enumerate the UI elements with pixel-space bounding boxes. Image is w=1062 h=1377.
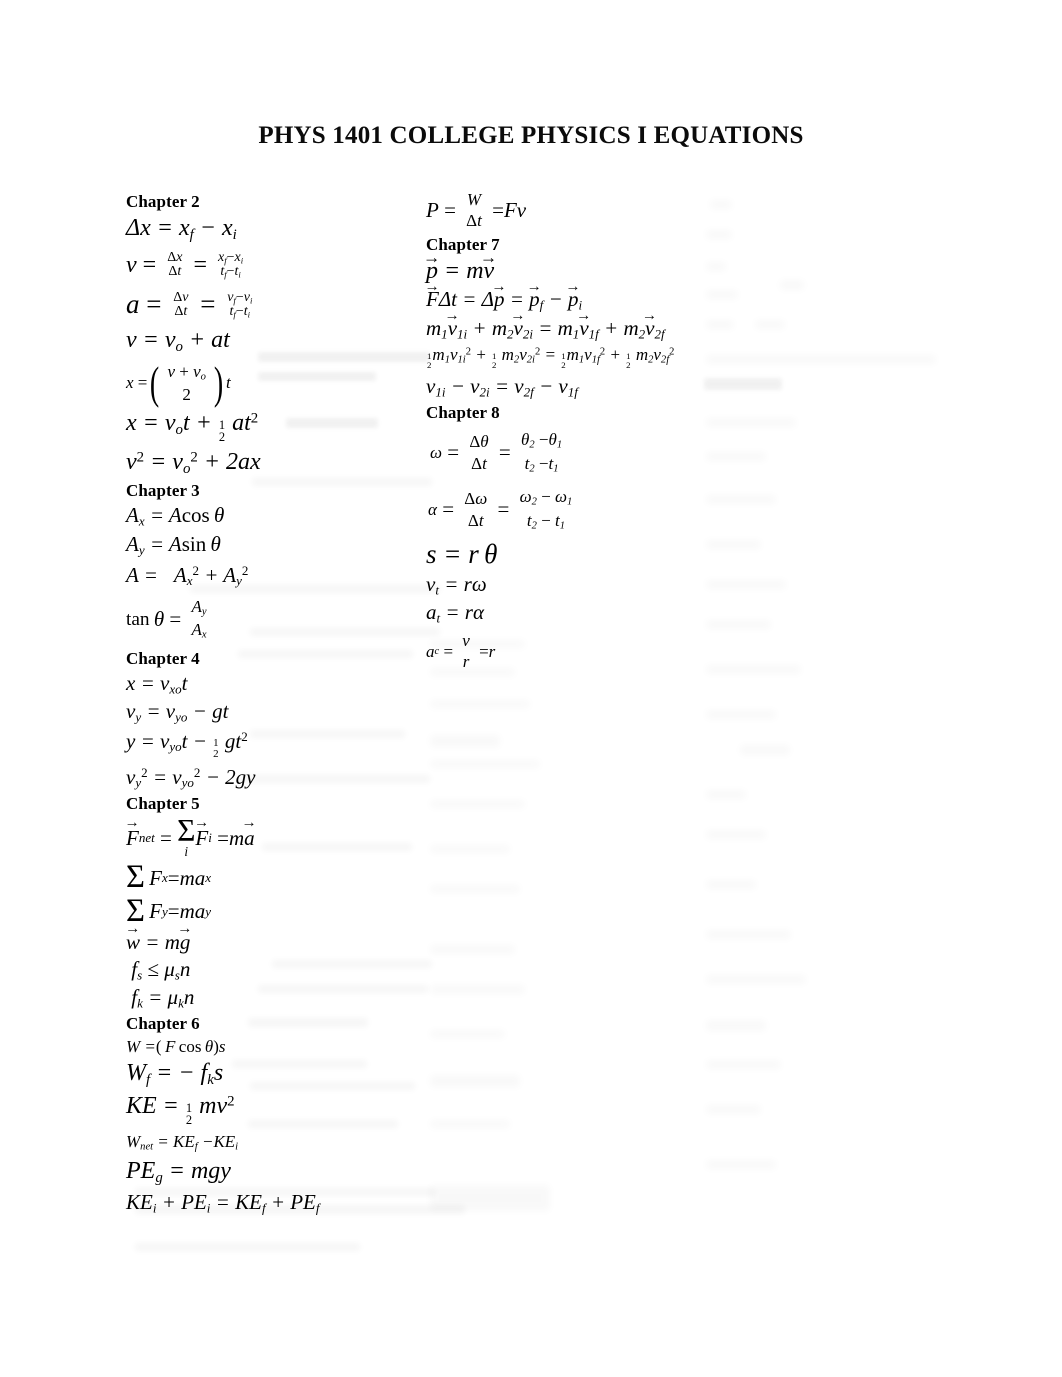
equation-average-velocity: v = Δx Δt = xf−xi tf−ti (126, 249, 244, 280)
chapter-heading-5: Chapter 5 (126, 794, 200, 814)
equation-projectile-vy: vy = vyo − gt (126, 699, 229, 725)
ghost-artifact (430, 845, 510, 853)
equation-momentum-conservation: m1v1i + m2v2i = m1v1f + m2v2f (426, 315, 726, 343)
equation-work: W =( F cos θ)s (126, 1037, 226, 1057)
equation-centripetal-acceleration: ac = v r = r (426, 630, 496, 671)
ghost-artifact (430, 1030, 505, 1038)
right-column: P = W Δt = Fv Chapter 7 p = mv FΔt = Δp … (426, 190, 726, 675)
chapter-heading-3: Chapter 3 (126, 481, 200, 501)
ghost-artifact (430, 760, 540, 768)
equation-weight: w = mg (126, 929, 426, 956)
ghost-artifact (706, 930, 791, 939)
ghost-artifact (430, 1075, 520, 1087)
equation-tangential-velocity: vt = rω (426, 572, 487, 598)
ghost-artifact (430, 800, 525, 808)
ghost-artifact (706, 1105, 761, 1114)
ghost-artifact (706, 355, 936, 364)
left-column: Chapter 2 Δx = xf − xi v = Δx Δt = xf−xi t… (126, 190, 426, 1217)
equation-position-time: x = vot + 12 at2 (126, 410, 259, 445)
ghost-artifact (780, 280, 804, 290)
equation-average-acceleration: a = Δv Δt = vf−vi tf−ti (126, 289, 253, 320)
page-title: PHYS 1401 COLLEGE PHYSICS I EQUATIONS (258, 122, 804, 149)
ghost-artifact (706, 830, 766, 839)
ghost-artifact (430, 945, 515, 954)
equation-sum-forces-x: Σ Fx = ma x (126, 859, 212, 896)
ghost-artifact (430, 735, 500, 747)
chapter-heading-7: Chapter 7 (426, 235, 500, 255)
ghost-artifact (430, 1185, 550, 1211)
equation-velocity-time: v = vo + at (126, 327, 230, 356)
equation-kinetic-friction: fk = μkn (131, 985, 195, 1011)
ghost-artifact (706, 1020, 766, 1031)
equation-kinetic-energy: KE = 12 mv2 (126, 1093, 235, 1128)
equation-position-average-velocity: x = ( v + vo 2 ) t (126, 357, 231, 408)
chapter-heading-6: Chapter 6 (126, 1014, 200, 1034)
ghost-artifact (706, 880, 756, 889)
ghost-artifact (706, 1060, 781, 1069)
chapter-heading-4: Chapter 4 (126, 649, 200, 669)
equation-vector-x-component: Ax = Acos θ (126, 503, 225, 529)
equation-displacement: Δx = xf − xi (126, 215, 237, 243)
ghost-artifact (755, 320, 785, 329)
ghost-artifact (706, 1160, 776, 1169)
equation-angular-velocity: ω = Δθ Δt = θ2 −θ1 t2 −t1 (430, 430, 563, 475)
ghost-artifact (706, 975, 806, 984)
equation-tangential-acceleration: at = rα (426, 600, 485, 626)
ghost-artifact (706, 710, 776, 719)
equation-vector-angle: tan θ = Ay Ax (126, 597, 207, 641)
equation-arc-length: s = r θ (426, 539, 498, 570)
equation-energy-conservation: KEi + PEi = KEf + PEf (126, 1189, 320, 1216)
equation-projectile-x: x = vxot (126, 671, 188, 697)
equation-net-force: Fnet = Σi Fi = ma (126, 815, 426, 861)
ghost-artifact (430, 1120, 510, 1128)
equation-static-friction: fs ≤ μsn (131, 956, 191, 983)
ghost-artifact (430, 700, 530, 708)
equation-projectile-y: y = vyot − 12 gt2 (126, 728, 248, 761)
equation-friction-work: Wf = − fks (126, 1060, 224, 1089)
equation-vector-magnitude: A = Ax2 + Ay2 (126, 562, 249, 589)
chapter-heading-2: Chapter 2 (126, 192, 200, 211)
equation-angular-acceleration: α = Δω Δt = ω2 − ω1 t2 − t1 (428, 487, 573, 532)
ghost-artifact (430, 985, 525, 994)
equation-vector-y-component: Ay = Asin θ (126, 531, 221, 558)
document-page: PHYS 1401 COLLEGE PHYSICS I EQUATIONS Ch… (0, 0, 1062, 1377)
equation-power: P = W Δt = Fv (426, 190, 527, 230)
chapter-heading-8: Chapter 8 (426, 403, 500, 423)
ghost-artifact (706, 790, 746, 799)
equation-projectile-vy-squared: vy2 = vyo2 − 2gy (126, 764, 256, 791)
equation-potential-energy: PEg = mgy (126, 1157, 231, 1186)
equation-relative-velocity: v1i − v2i = v2f − v1f (426, 373, 578, 400)
equation-work-energy-theorem: Wnet = KEf −KEi (126, 1131, 239, 1153)
ghost-artifact (740, 745, 790, 755)
equation-sum-forces-y: Σ Fy = ma y (126, 893, 212, 929)
equation-kinetic-energy-conservation: 1 2 m1v1i2 + 12 m2v2i2 = 1 2 m1v1f2 + 12 m2v… (427, 345, 675, 371)
ghost-artifact (430, 885, 520, 893)
ghost-artifact (135, 1243, 360, 1251)
equation-velocity-squared: v2 = vo2 + 2ax (126, 448, 261, 477)
